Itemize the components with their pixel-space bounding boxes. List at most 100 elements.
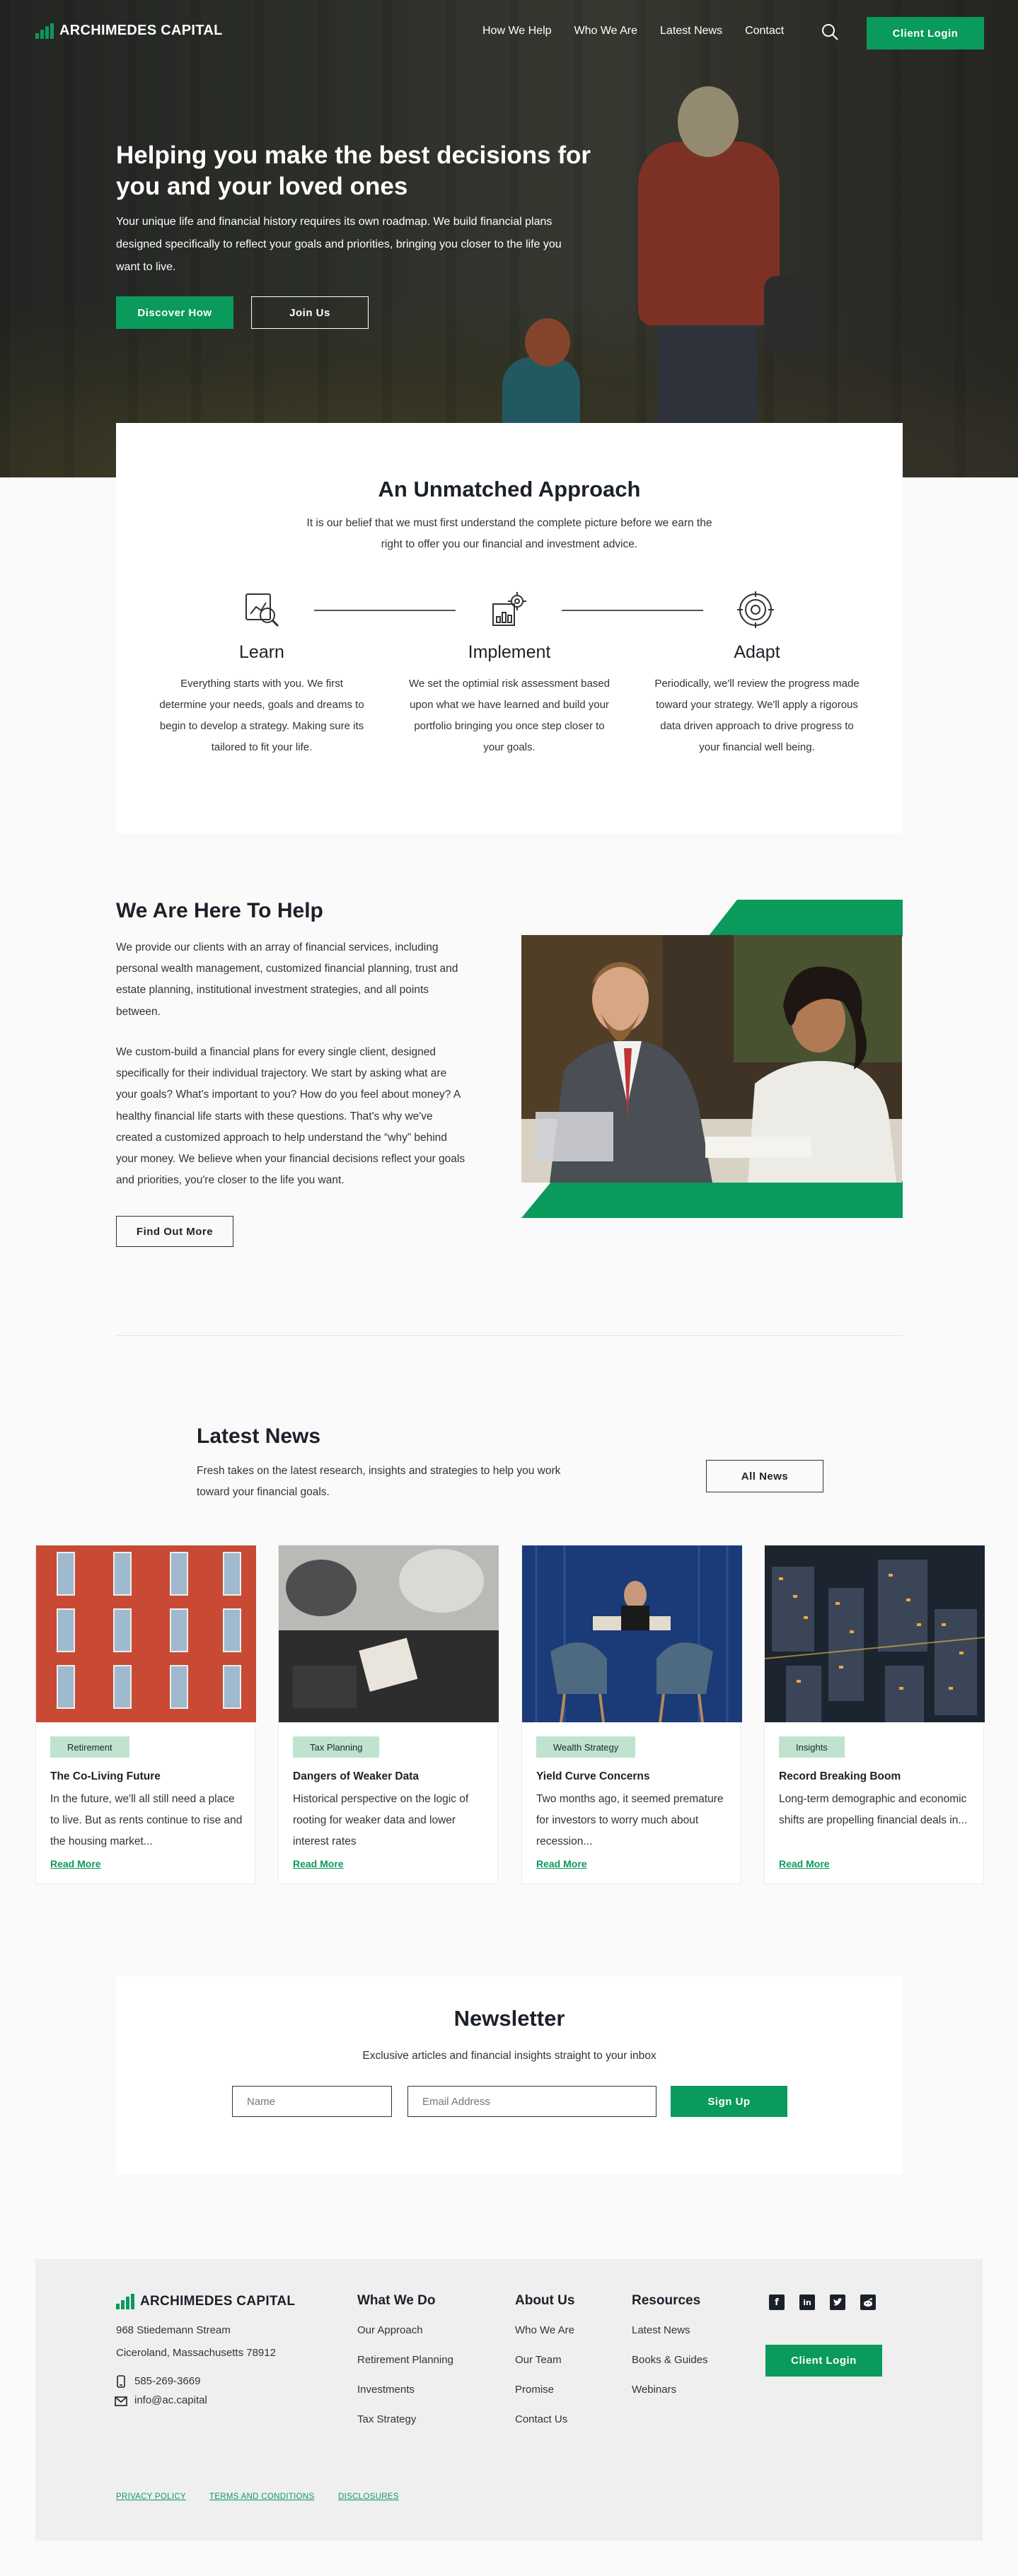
news-card-excerpt: Two months ago, it seemed premature for … [536,1793,724,1848]
step-title-learn: Learn [239,642,284,662]
find-out-more-button[interactable]: Find Out More [116,1216,233,1247]
news-tag[interactable]: Wealth Strategy [536,1736,636,1758]
footer-phone[interactable]: 585-269-3669 [134,2375,200,2387]
newsletter-subtitle: Exclusive articles and financial insight… [362,2050,657,2062]
approach-section: An Unmatched Approach It is our belief t… [116,423,903,833]
news-card-excerpt: In the future, we'll all still need a pl… [50,1793,243,1848]
footer-link-our-approach[interactable]: Our Approach [357,2324,423,2336]
facebook-icon[interactable]: f [769,2294,785,2310]
news-title: Latest News [197,1425,321,1448]
step-connector [314,610,456,611]
site-footer: ARCHIMEDES CAPITAL 968 Stiedemann Stream… [35,2259,983,2541]
news-card-excerpt: Long-term demographic and economic shift… [779,1793,968,1827]
news-card[interactable]: Tax Planning Dangers of Weaker Data Hist… [278,1545,499,1884]
news-card-title[interactable]: Record Breaking Boom [779,1770,901,1783]
news-card-image-building [36,1545,256,1722]
footer-link-contact-us[interactable]: Contact Us [515,2413,567,2425]
linkedin-icon[interactable]: in [799,2294,815,2310]
logo-bars-icon [116,2294,134,2309]
footer-link-investments[interactable]: Investments [357,2384,415,2396]
nav-latest-news[interactable]: Latest News [660,25,722,37]
news-tag[interactable]: Tax Planning [293,1736,380,1758]
newsletter-section: Newsletter Exclusive articles and financ… [116,1976,903,2174]
footer-email[interactable]: info@ac.capital [134,2394,207,2406]
newsletter-title: Newsletter [453,2006,565,2031]
gear-chart-icon [489,590,528,630]
logo-text: ARCHIMEDES CAPITAL [59,23,223,38]
footer-link-who-we-are[interactable]: Who We Are [515,2324,574,2336]
step-text-implement: We set the optimial risk assessment base… [408,678,610,753]
discover-how-button[interactable]: Discover How [116,296,233,329]
nav-who-we-are[interactable]: Who We Are [574,25,638,37]
nav-contact[interactable]: Contact [745,25,784,37]
magnifier-chart-icon [242,590,282,630]
sign-up-button[interactable]: Sign Up [671,2086,787,2117]
step-title-adapt: Adapt [734,642,780,662]
footer-col-title: About Us [515,2293,575,2308]
step-title-implement: Implement [468,642,551,662]
search-icon[interactable] [821,23,839,41]
news-tag[interactable]: Retirement [50,1736,129,1758]
footer-link-retirement-planning[interactable]: Retirement Planning [357,2354,453,2366]
step-text-learn: Everything starts with you. We first det… [159,678,364,753]
terms-conditions-link[interactable]: TERMS AND CONDITIONS [209,2493,314,2501]
news-card-image-meeting [279,1545,499,1722]
hero-text: Your unique life and financial history r… [116,216,562,273]
footer-col-title: What We Do [357,2293,436,2308]
news-card-image-city [765,1545,985,1722]
phone-icon [116,2375,126,2388]
read-more-link[interactable]: Read More [536,1858,587,1869]
news-card-title[interactable]: Dangers of Weaker Data [293,1770,419,1783]
read-more-link[interactable]: Read More [50,1858,101,1869]
all-news-button[interactable]: All News [706,1460,823,1492]
target-icon [736,590,775,630]
privacy-policy-link[interactable]: PRIVACY POLICY [116,2493,186,2501]
nav-how-we-help[interactable]: How We Help [482,25,552,37]
footer-link-our-team[interactable]: Our Team [515,2354,562,2366]
footer-link-books-guides[interactable]: Books & Guides [632,2354,708,2366]
news-card[interactable]: Wealth Strategy Yield Curve Concerns Two… [521,1545,742,1884]
hero-title: Helping you make the best decisions for … [116,141,591,201]
approach-title: An Unmatched Approach [378,477,641,501]
footer-logo-text: ARCHIMEDES CAPITAL [140,2294,296,2309]
footer-client-login-button[interactable]: Client Login [765,2345,882,2377]
footer-link-tax-strategy[interactable]: Tax Strategy [357,2413,416,2425]
step-text-adapt: Periodically, we'll review the progress … [654,678,860,753]
approach-intro: It is our belief that we must first unde… [306,517,712,551]
help-paragraph-2: We custom-build a financial plans for ev… [116,1046,465,1187]
site-logo[interactable]: ARCHIMEDES CAPITAL [35,23,223,39]
footer-link-promise[interactable]: Promise [515,2384,554,2396]
news-card-title[interactable]: Yield Curve Concerns [536,1770,650,1783]
section-divider [116,1335,903,1336]
mail-icon [115,2396,127,2406]
read-more-link[interactable]: Read More [779,1858,830,1869]
footer-address-line2: Ciceroland, Massachusetts 78912 [116,2347,276,2359]
footer-link-latest-news[interactable]: Latest News [632,2324,690,2336]
twitter-icon[interactable] [830,2294,845,2310]
hero-section: ARCHIMEDES CAPITAL How We Help Who We Ar… [0,0,1018,477]
news-card-image-office [522,1545,742,1722]
join-us-button[interactable]: Join Us [251,296,369,329]
footer-address-line1: 968 Stiedemann Stream [116,2324,231,2336]
read-more-link[interactable]: Read More [293,1858,344,1869]
news-card-title[interactable]: The Co-Living Future [50,1770,161,1783]
reddit-icon[interactable] [860,2294,876,2310]
logo-bars-icon [35,23,54,39]
news-intro: Fresh takes on the latest research, insi… [197,1465,561,1499]
email-input[interactable] [407,2086,657,2117]
name-input[interactable] [232,2086,392,2117]
main-nav: How We Help Who We Are Latest News Conta… [482,25,784,37]
news-card-excerpt: Historical perspective on the logic of r… [293,1793,469,1848]
meeting-photo [521,935,902,1183]
client-login-button[interactable]: Client Login [867,17,984,50]
disclosures-link[interactable]: DISCLOSURES [338,2493,399,2501]
help-paragraph-1: We provide our clients with an array of … [116,941,458,1018]
footer-link-webinars[interactable]: Webinars [632,2384,676,2396]
footer-logo[interactable]: ARCHIMEDES CAPITAL [116,2294,295,2309]
news-card[interactable]: Retirement The Co-Living Future In the f… [35,1545,256,1884]
help-title: We Are Here To Help [116,899,323,922]
footer-col-title: Resources [632,2293,701,2308]
news-card[interactable]: Insights Record Breaking Boom Long-term … [764,1545,985,1884]
news-tag[interactable]: Insights [779,1736,845,1758]
step-connector [562,610,703,611]
